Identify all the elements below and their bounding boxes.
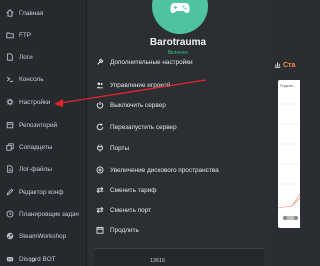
sidebar-item-home[interactable]: Главная [0,2,86,24]
swap-icon [96,206,104,214]
calendar-icon [96,226,104,234]
sidebar-item-steam-workshop[interactable]: SteamWorkshop [0,225,86,247]
action-label: Перезапустить сервер [110,123,177,131]
statistics-panel: Ста Подклю... [268,0,300,266]
swap-icon [96,186,104,194]
server-info-panel [94,248,264,266]
steam-icon [6,232,14,240]
sidebar-item-label: Главная [19,9,44,17]
sidebar-item-label: Консоль [19,75,44,83]
plus-circle-icon [96,166,104,174]
server-main-panel: Barotrauma Включен Дополнительные настро… [88,0,268,266]
copy-icon [6,143,14,151]
server-id-value: 13616 [150,258,165,264]
action-label: Выключить сервер [110,101,166,109]
change-tariff-button[interactable]: Сменить тариф [96,183,264,197]
action-label: Порты [110,144,130,152]
action-label: Сменить порт [110,206,152,214]
sidebar-item-discord-bot[interactable]: Discord BOT [0,248,86,266]
action-label: Сменить тариф [110,186,157,194]
action-label: Управление игрокой [110,81,171,89]
sidebar-item-config-editor[interactable]: Редактор конф [0,181,86,203]
folder-icon [6,31,14,39]
clock-icon [6,210,14,218]
action-label: Продлить [110,226,139,234]
manage-players-button[interactable]: Управление игрокой [96,78,264,92]
gear-icon [6,98,14,106]
sidebar-item-log-files[interactable]: Лог-файлы [0,158,86,180]
home-icon [6,9,14,17]
connections-chart [278,103,300,221]
increase-disk-space-button[interactable]: Увеличение дискового пространства [96,163,264,177]
additional-settings-button[interactable]: Дополнительные настройки [96,55,264,69]
plug-icon [96,144,104,152]
server-avatar [152,0,208,34]
sidebar-item-label: Редактор конф [19,188,64,196]
gamepad-icon [170,1,190,20]
sidebar-item-copies[interactable]: Сопадцеты [0,136,86,158]
sidebar-item-ftp[interactable]: FTP [0,24,86,46]
server-control-panel: Главная FTP Логи Консоль Настройки Репоз… [0,0,300,266]
terminal-icon [6,75,14,83]
change-port-button[interactable]: Сменить порт [96,203,264,217]
statistics-title: Ста [283,61,296,69]
users-icon [96,81,104,89]
chart-icon [274,61,281,70]
action-label: Дополнительные настройки [110,58,193,66]
server-name: Barotrauma [149,37,207,48]
power-icon [96,101,104,109]
sidebar-item-logs[interactable]: Логи [0,46,86,68]
restart-server-button[interactable]: Перезапустить сервер [96,120,264,134]
ports-button[interactable]: Порты [96,141,264,155]
sidebar-item-label: Репозиторий [19,121,58,129]
shutdown-server-button[interactable]: Выключить сервер [96,98,264,112]
sidebar-item-label: Логи [19,53,33,61]
sidebar-item-task-scheduler[interactable]: Планировщик задач [0,203,86,225]
sidebar-item-label: Планировщик задач [19,210,79,218]
sidebar-item-label: Discord BOT [19,255,56,263]
server-id-label: ID [30,258,36,264]
sidebar-item-label: FTP [19,31,32,39]
action-label: Увеличение дискового пространства [110,166,219,174]
sidebar-item-settings[interactable]: Настройки [0,91,86,113]
connections-chart-card: Подклю... [278,80,300,228]
statistics-header: Ста [268,59,300,71]
refresh-icon [96,123,104,131]
discord-icon [6,255,14,263]
sidebar-item-label: SteamWorkshop [19,232,67,240]
file-icon [6,53,14,61]
edit-icon [6,188,14,196]
sidebar-item-label: Лог-файлы [19,165,52,173]
sidebar-item-repository[interactable]: Репозиторий [0,114,86,136]
wrench-icon [96,58,104,66]
sidebar-item-console[interactable]: Консоль [0,68,86,90]
sidebar-item-label: Сопадцеты [19,143,53,151]
sidebar: Главная FTP Логи Консоль Настройки Репоз… [0,0,87,266]
sidebar-item-label: Настройки [19,98,51,106]
extend-button[interactable]: Продлить [96,223,264,237]
box-icon [6,121,14,129]
file-text-icon [6,165,14,173]
